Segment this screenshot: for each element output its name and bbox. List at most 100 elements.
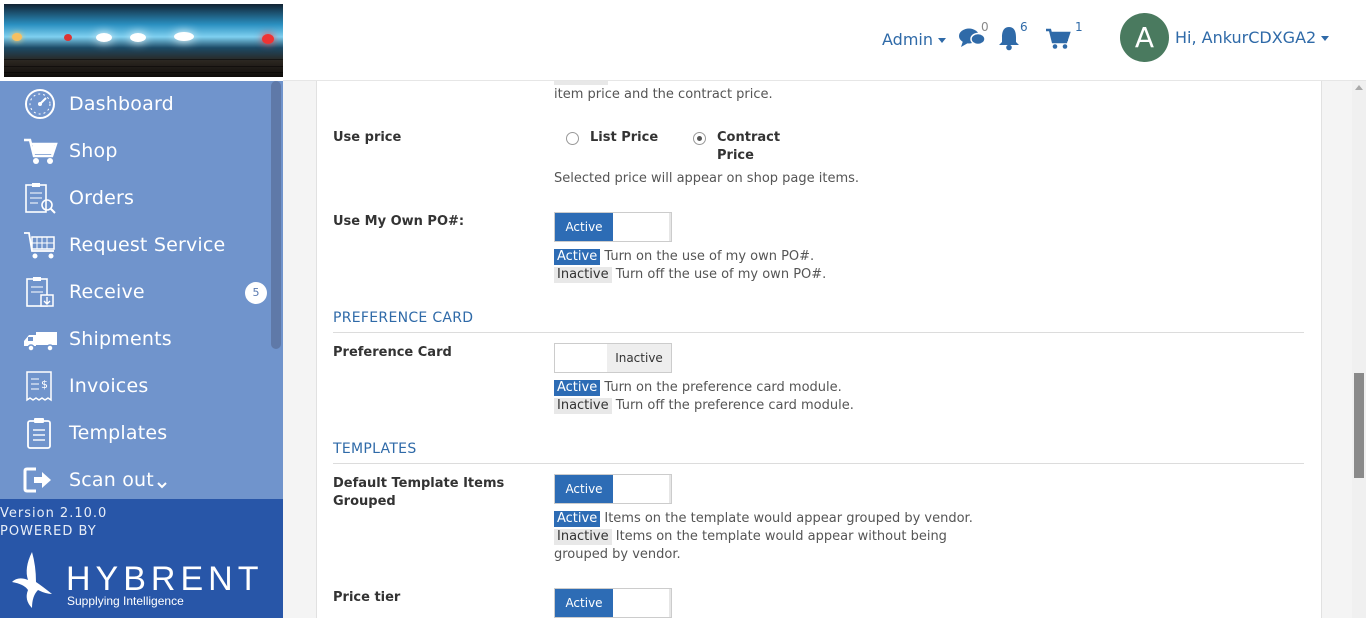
template-grouped-active-help: Active Items on the template would appea… [554,510,973,528]
shopping-cart-icon[interactable] [1045,28,1071,50]
user-menu[interactable]: Hi, AnkurCDXGA2 [1175,28,1330,47]
inactive-pill-clipped [554,81,608,85]
sidebar: Dashboard Shop Orders Request Service Re… [0,81,283,499]
truck-icon [22,323,58,355]
scroll-up-arrow-icon[interactable] [1355,85,1363,90]
sidebar-item-label: Orders [69,187,135,209]
hybrent-tagline: Supplying Intelligence [67,594,184,608]
active-pill: Active [554,249,601,265]
settings-panel: item price and the contract price. Use p… [316,81,1322,618]
toggle-state-label: Inactive [607,344,671,372]
sidebar-item-orders[interactable]: Orders [0,175,270,222]
scan-out-icon [22,464,58,496]
preference-card-inactive-help: Inactive Turn off the preference card mo… [554,397,854,415]
sidebar-item-label: Shop [69,140,118,162]
sidebar-item-request-service[interactable]: Request Service [0,222,270,269]
help-text: Turn off the preference card module. [615,398,854,413]
use-price-help: Selected price will appear on shop page … [554,171,860,186]
preference-card-toggle[interactable]: Inactive [554,343,672,373]
sidebar-item-label: Scan out [69,469,154,491]
toggle-state-label: Active [555,589,613,617]
help-text: Turn on the use of my own PO#. [604,249,815,264]
templates-section-title: TEMPLATES [333,441,417,457]
own-po-toggle[interactable]: Active [554,212,672,242]
inactive-pill: Inactive [554,398,612,414]
template-grouped-inactive-help-cont: grouped by vendor. [554,547,681,562]
sidebar-item-scan-out[interactable]: Scan out [0,457,270,499]
help-text: Turn on the preference card module. [604,380,842,395]
toggle-state-label: Active [555,475,613,503]
radio-contract-price-label-line2[interactable]: Price [717,147,754,165]
svg-text:$: $ [41,378,48,391]
preference-card-section-title: PREFERENCE CARD [333,310,474,326]
radio-contract-price-label[interactable]: Contract [717,129,780,147]
template-grouped-label: Default Template Items Grouped [333,475,504,511]
preference-card-label: Preference Card [333,345,452,360]
cart-icon [22,135,58,167]
sidebar-item-dashboard[interactable]: Dashboard [0,81,270,128]
section-divider [333,332,1304,333]
version-text: Version 2.10.0 [0,506,108,521]
bell-icon[interactable] [997,25,1021,51]
active-pill: Active [554,511,601,527]
chevron-down-icon [1321,36,1330,41]
sidebar-item-shop[interactable]: Shop [0,128,270,175]
chevron-down-icon [156,475,168,494]
radio-list-price[interactable] [566,132,579,145]
page-scrollbar[interactable] [1352,81,1366,618]
sidebar-item-shipments[interactable]: Shipments [0,316,270,363]
admin-menu[interactable]: Admin [882,30,946,49]
template-grouped-toggle[interactable]: Active [554,474,672,504]
help-text: Items on the template would appear witho… [615,529,947,544]
receive-icon [22,276,58,308]
powered-by-text: POWERED BY [0,524,97,539]
price-tier-toggle[interactable]: Active [554,588,672,618]
notifications-count: 6 [1020,20,1028,34]
active-pill: Active [554,380,601,396]
own-po-label: Use My Own PO#: [333,214,465,229]
own-po-active-help: Active Turn on the use of my own PO#. [554,248,814,266]
top-help-text: item price and the contract price. [554,87,773,102]
sidebar-item-label: Shipments [69,328,172,350]
messages-count: 0 [981,20,989,34]
sidebar-item-label: Receive [69,281,145,303]
invoice-icon: $ [22,370,58,402]
use-price-label: Use price [333,130,402,145]
radio-list-price-label[interactable]: List Price [590,129,658,147]
label-line-1: Default Template Items [333,476,505,491]
admin-menu-label: Admin [882,30,933,49]
dashboard-icon [22,88,58,120]
main-content: item price and the contract price. Use p… [283,81,1366,618]
orders-icon [22,182,58,214]
receive-count-badge: 5 [245,282,267,304]
request-service-icon [22,229,58,261]
page-scrollbar-thumb[interactable] [1354,373,1364,478]
sidebar-item-label: Request Service [69,234,226,256]
inactive-pill: Inactive [554,529,612,545]
label-line-2: Grouped [333,494,396,509]
hybrent-bird-icon [10,550,54,610]
radio-contract-price[interactable] [693,132,706,145]
help-text: Items on the template would appear group… [604,511,973,526]
price-tier-label: Price tier [333,590,401,605]
help-text: Turn off the use of my own PO#. [615,267,827,282]
section-divider [333,463,1304,464]
sidebar-scrollbar[interactable] [271,81,281,349]
user-avatar[interactable]: A [1120,13,1169,62]
templates-icon [22,417,58,449]
sidebar-item-label: Dashboard [69,93,174,115]
sidebar-item-templates[interactable]: Templates [0,410,270,457]
user-greeting: Hi, AnkurCDXGA2 [1175,28,1317,47]
chevron-down-icon [938,38,946,43]
preference-card-active-help: Active Turn on the preference card modul… [554,379,842,397]
sidebar-item-label: Invoices [69,375,149,397]
inactive-pill: Inactive [554,267,612,283]
template-grouped-inactive-help: Inactive Items on the template would app… [554,528,947,546]
toggle-state-label: Active [555,213,613,241]
sidebar-item-invoices[interactable]: $ Invoices [0,363,270,410]
own-po-inactive-help: Inactive Turn off the use of my own PO#. [554,266,826,284]
sidebar-item-receive[interactable]: Receive 5 [0,269,270,316]
sidebar-item-label: Templates [69,422,168,444]
header-logo-image[interactable] [4,4,283,77]
cart-count: 1 [1075,20,1083,34]
